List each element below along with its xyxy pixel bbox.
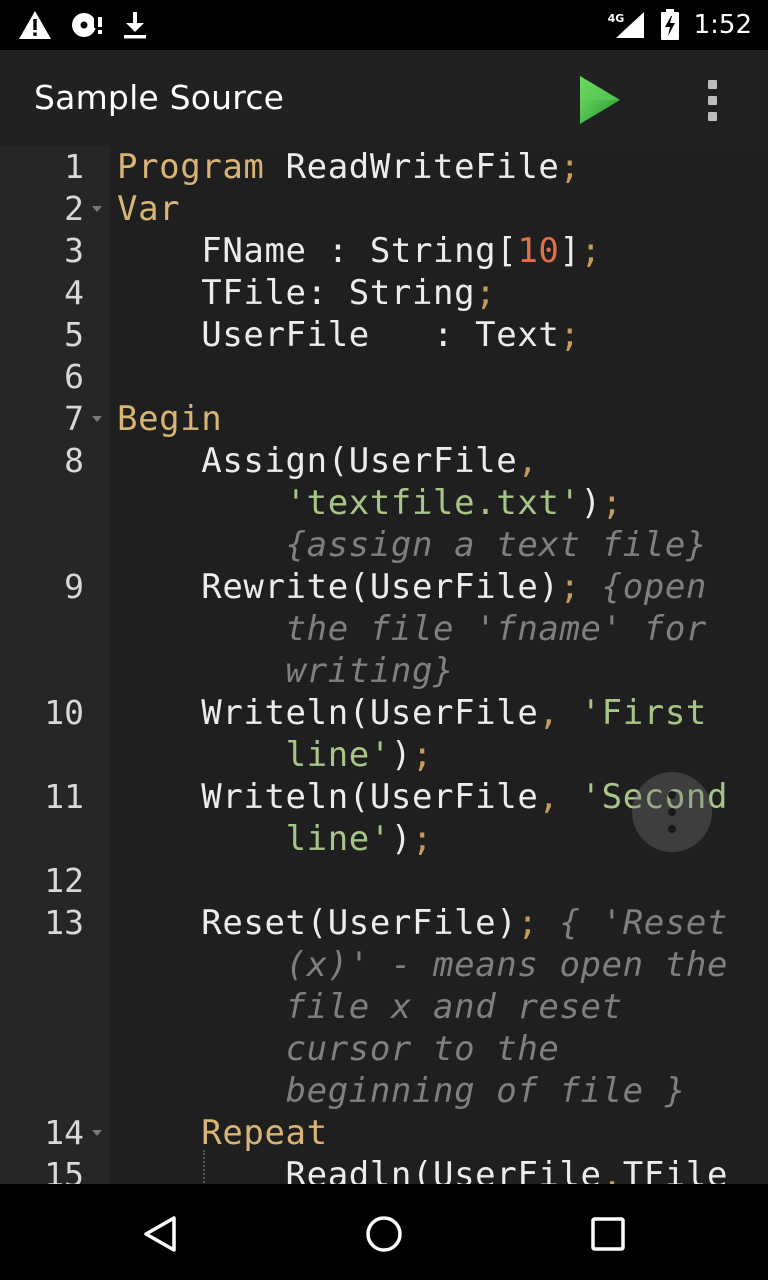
app-bar: Sample Source [0, 50, 768, 146]
line-number: 14 [44, 1113, 84, 1152]
indent-guide [203, 1150, 205, 1184]
system-icons: 4G 1:52 [608, 8, 752, 42]
code-line: Var [117, 189, 181, 229]
scroll-handle[interactable] [632, 772, 712, 852]
home-button[interactable] [352, 1202, 416, 1266]
overflow-menu-icon [707, 79, 717, 89]
code-line: beginning of file } [285, 1071, 686, 1111]
code-line: Readln(UserFile,TFile [117, 1155, 729, 1184]
status-time: 1:52 [693, 10, 752, 40]
code-line: Writeln(UserFile, 'First [117, 693, 707, 733]
battery-charging-icon [660, 9, 679, 40]
line-number-gutter: 1 2 3 4 5 6 7 8 9 10 11 12 13 14 15 [0, 146, 110, 1184]
status-bar: 4G 1:52 [0, 0, 768, 50]
overflow-menu-button[interactable] [690, 74, 734, 126]
back-icon [144, 1216, 176, 1252]
code-line: cursor to the [285, 1029, 560, 1069]
code-line: Program ReadWriteFile; [117, 147, 581, 187]
warning-icon [19, 11, 51, 39]
code-line: line'); [285, 819, 434, 859]
navigation-bar [0, 1184, 768, 1280]
code-line: writing} [285, 651, 455, 691]
recents-button[interactable] [576, 1202, 640, 1266]
fold-arrow-icon[interactable] [92, 1130, 102, 1136]
fold-arrow-icon[interactable] [92, 416, 102, 422]
code-editor[interactable]: 1 2 3 4 5 6 7 8 9 10 11 12 13 14 15 Prog… [0, 146, 768, 1184]
line-number: 5 [64, 315, 84, 354]
line-number: 2 [64, 189, 84, 228]
run-button[interactable] [574, 72, 626, 128]
code-line: (x)' - means open the [285, 945, 729, 985]
notification-icons [18, 8, 148, 42]
code-line: Repeat [201, 1113, 328, 1153]
line-number: 10 [44, 693, 84, 732]
line-number: 9 [64, 567, 84, 606]
line-number: 1 [64, 147, 84, 186]
fold-arrow-icon[interactable] [92, 206, 102, 212]
code-line: TFile: String; [117, 273, 497, 313]
code-line: Begin [117, 399, 223, 439]
app-title: Sample Source [34, 78, 285, 117]
line-number: 8 [64, 441, 84, 480]
line-number: 3 [64, 231, 84, 270]
recents-icon [591, 1217, 625, 1251]
code-line: line'); [285, 735, 434, 775]
line-number: 13 [44, 903, 84, 942]
code-line: {assign a text file} [285, 525, 707, 565]
code-line: Assign(UserFile, [117, 441, 539, 481]
line-number: 12 [44, 861, 84, 900]
line-number: 11 [44, 777, 84, 816]
drag-handle-icon [668, 791, 676, 799]
code-line: Rewrite(UserFile); {open [117, 567, 707, 607]
line-number: 15 [44, 1155, 84, 1184]
back-button[interactable] [128, 1202, 192, 1266]
code-line: FName : String[10]; [117, 231, 602, 271]
line-number: 4 [64, 273, 84, 312]
code-line: UserFile : Text; [117, 315, 581, 355]
line-number: 6 [64, 357, 84, 396]
code-line: file x and reset [285, 987, 623, 1027]
code-line: the file 'fname' for [285, 609, 707, 649]
download-icon [124, 12, 146, 39]
line-number: 7 [64, 399, 84, 438]
code-line: 'textfile.txt'); [285, 483, 623, 523]
sync-disabled-icon [72, 13, 102, 37]
code-line: Reset(UserFile); { 'Reset [117, 903, 729, 943]
home-icon [366, 1216, 402, 1252]
signal-icon: 4G [608, 10, 646, 40]
run-icon [580, 76, 620, 124]
